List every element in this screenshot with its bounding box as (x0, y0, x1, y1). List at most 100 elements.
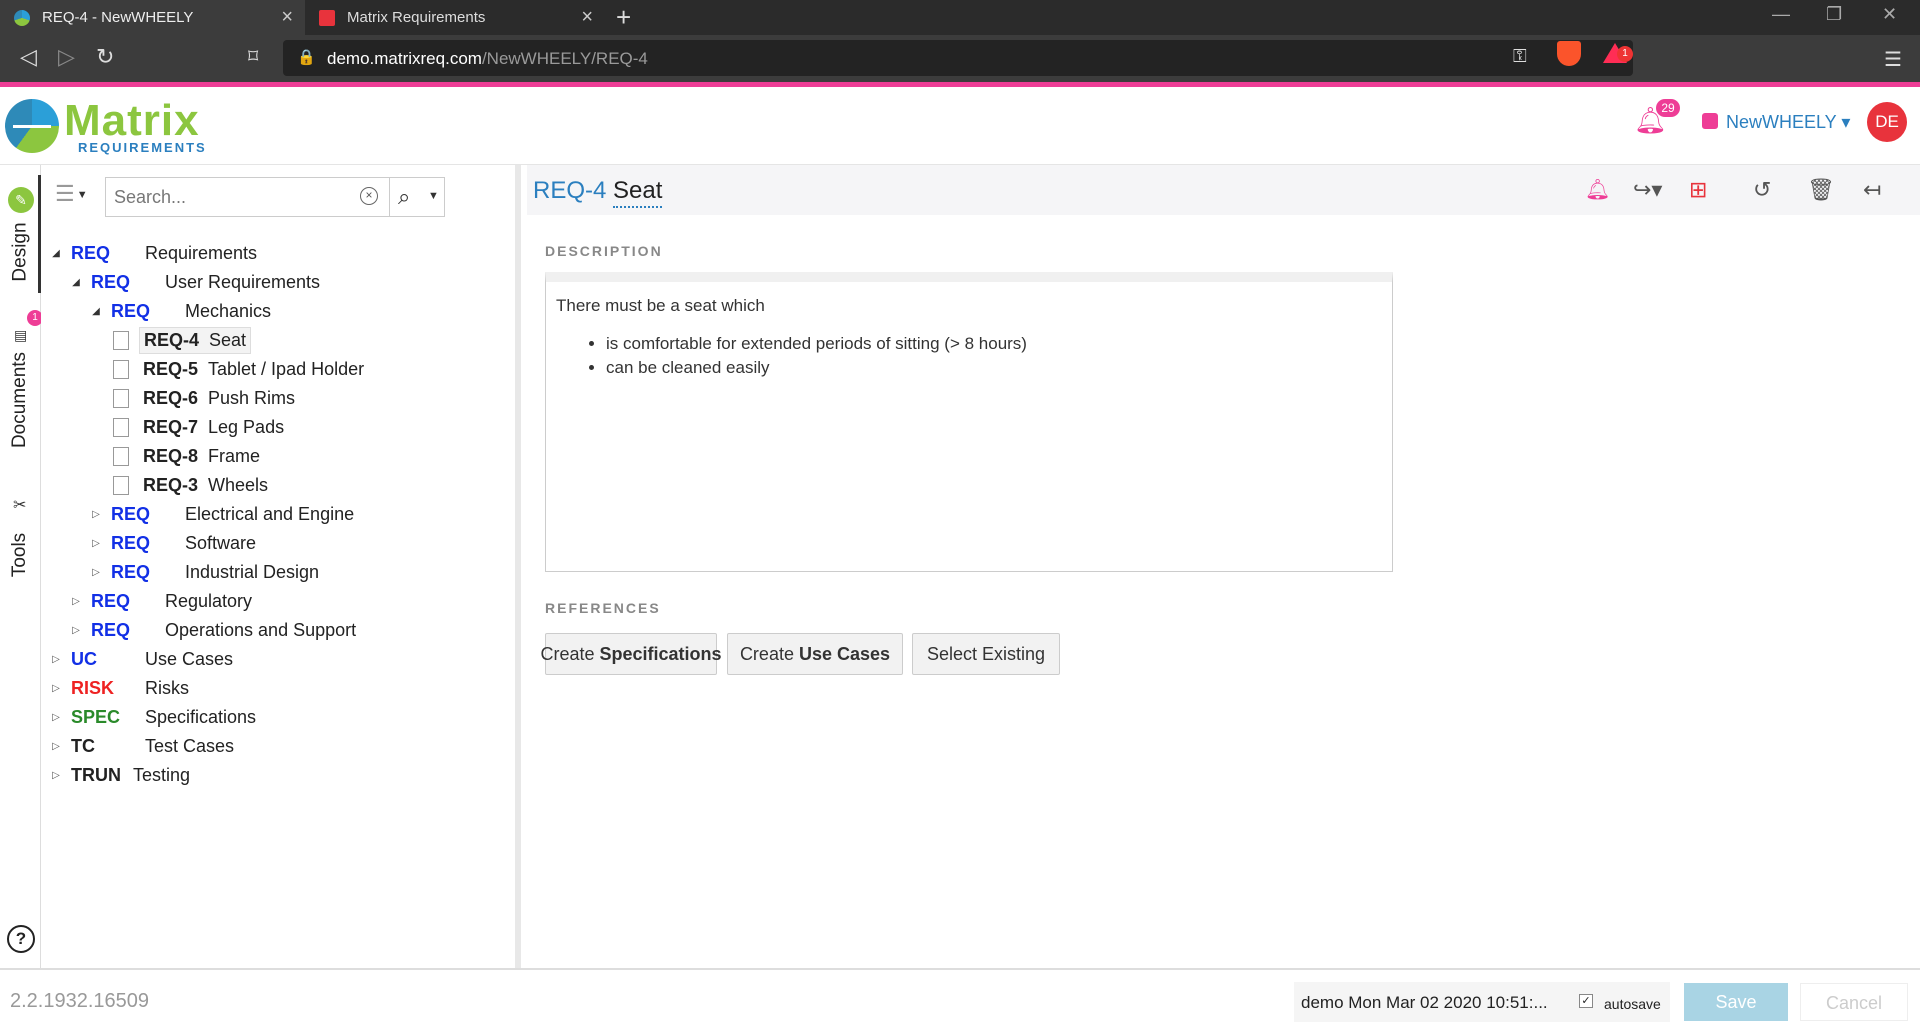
expand-icon[interactable]: ▷ (49, 683, 63, 694)
back-icon[interactable]: ◁ (20, 44, 37, 70)
logo-text: Matrix (64, 96, 200, 145)
matrix-logo-icon[interactable] (5, 99, 59, 153)
expand-icon[interactable]: ▷ (89, 538, 103, 549)
expand-icon[interactable]: ▷ (89, 509, 103, 520)
browser-tab-bar: REQ-4 - NewWHEELY × Matrix Requirements … (0, 0, 1920, 35)
project-selector[interactable]: NewWHEELY ▾ (1726, 112, 1850, 133)
watch-bell-icon[interactable]: 🔔︎ (1585, 177, 1610, 202)
collapse-icon[interactable]: ◢ (89, 306, 103, 317)
item-label: Push Rims (208, 387, 296, 408)
lock-icon: 🔒 (297, 49, 316, 66)
tree-folder[interactable]: ◢ REQ User Requirements (69, 268, 320, 296)
tree-folder[interactable]: ▷ REQ Industrial Design (89, 558, 319, 586)
tree-item[interactable]: REQ-8 Frame (113, 442, 260, 470)
search-icon[interactable]: ⌕ (398, 184, 410, 210)
category-tag: TC (71, 735, 95, 756)
collapse-icon[interactable]: ◢ (49, 248, 63, 259)
user-avatar[interactable]: DE (1867, 102, 1907, 142)
minimize-window-icon[interactable]: — (1772, 4, 1790, 25)
search-input[interactable] (106, 178, 386, 216)
documents-icon: ▤ (14, 327, 28, 343)
expand-icon[interactable]: ▷ (89, 567, 103, 578)
cancel-button[interactable]: Cancel (1800, 983, 1908, 1021)
history-icon[interactable]: ↺ (1753, 177, 1771, 203)
tab-design-label: Design (9, 222, 31, 282)
tab-design[interactable]: Design (0, 217, 41, 287)
item-id: REQ-4 (533, 177, 607, 204)
delete-trash-icon[interactable]: 🗑︎ (1807, 177, 1835, 203)
tree-folder[interactable]: ▷ RISK Risks (49, 674, 189, 702)
expand-icon[interactable]: ▷ (69, 625, 83, 636)
rewards-badge: 1 (1617, 46, 1633, 62)
references-label: REFERENCES (545, 600, 661, 616)
address-bar[interactable]: 🔒 demo.matrixreq.com/NewWHEELY/REQ-4 ⚿ (283, 40, 1633, 76)
button-emphasis: Specifications (599, 643, 722, 664)
description-editor[interactable]: There must be a seat which is comfortabl… (545, 272, 1393, 572)
expand-icon[interactable]: ▷ (49, 712, 63, 723)
expand-icon[interactable]: ▷ (69, 596, 83, 607)
folder-label: Operations and Support (165, 619, 357, 640)
app-header: Matrix REQUIREMENTS 🔔︎ 29 NewWHEELY ▾ DE (0, 87, 1920, 165)
folder-label: User Requirements (165, 271, 321, 292)
notification-count-badge: 29 (1656, 99, 1680, 117)
tree-item[interactable]: REQ-6 Push Rims (113, 384, 295, 412)
category-tag: RISK (71, 677, 115, 698)
tree-item[interactable]: REQ-7 Leg Pads (113, 413, 284, 441)
browser-menu-icon[interactable]: ☰ (1884, 47, 1902, 72)
tab-title: REQ-4 - NewWHEELY (42, 9, 194, 26)
close-window-icon[interactable]: ✕ (1882, 4, 1897, 25)
share-icon[interactable]: ↪▾ (1633, 177, 1662, 203)
tab-documents[interactable]: Documents (0, 350, 41, 450)
save-button[interactable]: Save (1684, 983, 1788, 1021)
design-brush-icon[interactable]: ✎ (8, 187, 34, 213)
tree-item-selected[interactable]: REQ-4 Seat (113, 326, 252, 354)
bookmark-icon[interactable]: ⌑ (248, 44, 258, 69)
browser-tab-active[interactable]: REQ-4 - NewWHEELY × (0, 0, 305, 35)
forward-icon[interactable]: ▷ (58, 44, 75, 70)
tab-tools[interactable]: Tools (0, 525, 41, 585)
tree-options-icon[interactable]: ☰ ▼ (55, 181, 88, 207)
expand-icon[interactable]: ▷ (49, 741, 63, 752)
autosave-label: autosave (1604, 996, 1661, 1012)
tree-item[interactable]: REQ-3 Wheels (113, 471, 268, 499)
clear-search-icon[interactable]: × (360, 187, 378, 205)
collapse-panel-icon[interactable]: ↤ (1863, 177, 1881, 203)
traceability-tree-icon[interactable]: ⊞ (1689, 177, 1707, 203)
expand-icon[interactable]: ▷ (49, 654, 63, 665)
folder-label: Testing (133, 764, 191, 785)
reload-icon[interactable]: ↻ (96, 44, 114, 70)
matrix-favicon-icon (319, 9, 335, 26)
tree-item[interactable]: REQ-5 Tablet / Ipad Holder (113, 355, 364, 383)
collapse-icon[interactable]: ◢ (69, 277, 83, 288)
create-specifications-button[interactable]: Create Specifications (540, 633, 722, 675)
tree-folder[interactable]: ▷ REQ Software (89, 529, 256, 557)
tree-folder[interactable]: ▷ REQ Regulatory (69, 587, 252, 615)
help-icon[interactable]: ? (7, 925, 35, 953)
brave-shield-icon[interactable] (1557, 41, 1581, 66)
tree-folder[interactable]: ◢ REQ Mechanics (89, 297, 271, 325)
description-list: is comfortable for extended periods of s… (556, 334, 1382, 378)
key-icon[interactable]: ⚿ (1513, 46, 1527, 67)
tree-folder[interactable]: ▷ UC Use Cases (49, 645, 233, 673)
search-divider (389, 178, 390, 216)
expand-icon[interactable]: ▷ (49, 770, 63, 781)
browser-tab[interactable]: Matrix Requirements × (305, 0, 605, 35)
tree-folder[interactable]: ▷ SPEC Specifications (49, 703, 256, 731)
tree-folder[interactable]: ▷ TC Test Cases (49, 732, 234, 760)
search-options-dropdown-icon[interactable]: ▼ (428, 190, 439, 202)
project-color-swatch (1702, 113, 1718, 129)
tree-folder[interactable]: ▷ REQ Electrical and Engine (89, 500, 354, 528)
close-tab-icon[interactable]: × (281, 6, 293, 29)
tree-folder[interactable]: ▷ REQ Operations and Support (69, 616, 356, 644)
autosave-checkbox[interactable]: ✓ (1579, 994, 1593, 1008)
close-tab-icon[interactable]: × (581, 6, 593, 29)
folder-label: Requirements (145, 242, 258, 263)
tree-folder[interactable]: ▷ TRUN Testing (49, 761, 190, 789)
restore-window-icon[interactable]: ❐ (1826, 4, 1842, 25)
select-existing-button[interactable]: Select Existing (912, 633, 1060, 675)
folder-label: Mechanics (185, 300, 272, 321)
tree-folder[interactable]: ◢ REQ Requirements (49, 239, 257, 267)
item-title[interactable]: Seat (613, 177, 663, 208)
create-use-cases-button[interactable]: Create Use Cases (727, 633, 903, 675)
new-tab-icon[interactable]: + (616, 2, 631, 33)
